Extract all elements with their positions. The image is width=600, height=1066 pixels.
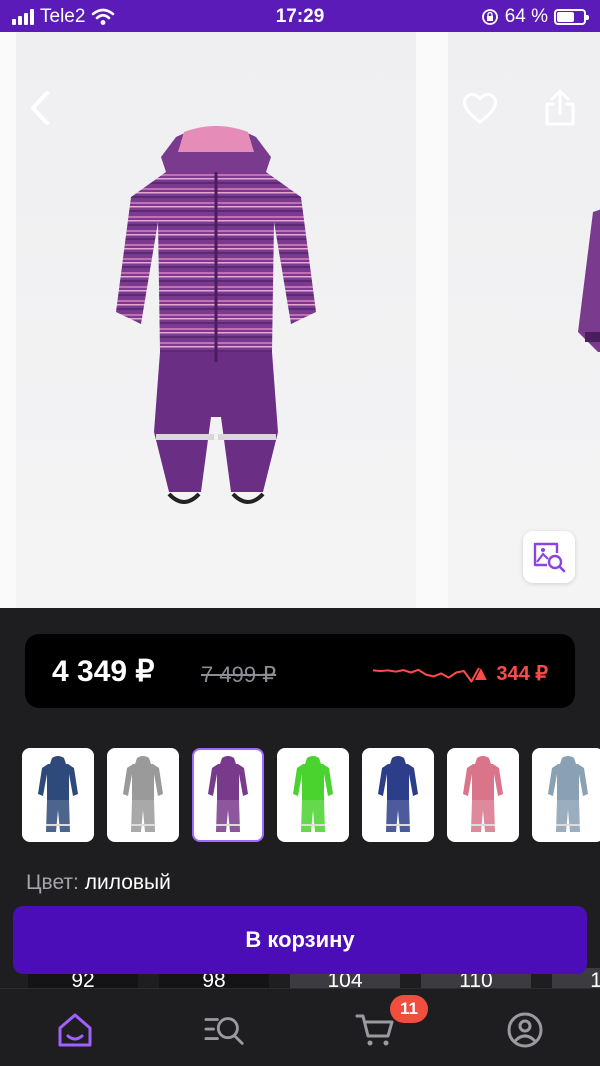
share-button[interactable]	[538, 86, 582, 130]
jumpsuit-thumbnail-image	[548, 756, 588, 832]
tab-bar: 11	[0, 988, 600, 1066]
share-icon	[545, 89, 575, 126]
variant-thumbnail[interactable]	[362, 748, 434, 842]
price-change: ▲ 344 ₽	[470, 663, 548, 685]
cart-badge: 11	[390, 995, 428, 1023]
product-photo[interactable]	[16, 32, 416, 608]
price-history-line	[372, 667, 480, 683]
current-price: 4 349 ₽	[52, 655, 155, 688]
variant-thumbnail[interactable]	[277, 748, 349, 842]
variant-thumbnail[interactable]	[192, 748, 264, 842]
jumpsuit-thumbnail-image	[123, 756, 163, 832]
add-to-cart-button[interactable]: В корзину	[13, 906, 587, 974]
variant-thumbnail[interactable]	[107, 748, 179, 842]
color-variants	[22, 748, 600, 842]
cart-icon	[355, 1014, 394, 1046]
tab-cart[interactable]	[354, 1009, 396, 1051]
back-button[interactable]	[18, 86, 62, 130]
chevron-left-icon	[31, 91, 49, 125]
image-search-icon	[533, 542, 566, 573]
product-info-panel: 4 349 ₽ 7 499 ₽ ▲ 344 ₽ Цвет: лиловый 92…	[0, 608, 600, 1066]
old-price: 7 499 ₽	[201, 662, 277, 687]
color-label: Цвет:	[26, 871, 79, 894]
jumpsuit-thumbnail-image	[208, 756, 248, 832]
variant-thumbnail[interactable]	[532, 748, 600, 842]
tab-catalog[interactable]	[204, 1009, 246, 1051]
jumpsuit-thumbnail-image	[293, 756, 333, 832]
rotation-lock-icon	[481, 9, 498, 25]
jumpsuit-thumbnail-image	[38, 756, 78, 832]
heart-icon	[462, 93, 498, 124]
home-icon	[58, 1013, 92, 1047]
status-bar: Tele2 17:29 64 %	[0, 0, 600, 32]
favorite-button[interactable]	[458, 86, 502, 130]
jumpsuit-thumbnail-image	[378, 756, 418, 832]
variant-thumbnail[interactable]	[447, 748, 519, 842]
price-history-graph[interactable]	[371, 654, 481, 688]
product-screen: Tele2 17:29 64 % 4 349 ₽ 7 499 ₽ ▲ 344 ₽…	[0, 0, 600, 1066]
jumpsuit-thumbnail-image	[463, 756, 503, 832]
price-card[interactable]: 4 349 ₽ 7 499 ₽ ▲ 344 ₽	[25, 634, 575, 708]
variant-thumbnail[interactable]	[22, 748, 94, 842]
color-value: лиловый	[84, 871, 171, 894]
tab-home[interactable]	[54, 1009, 96, 1051]
catalog-search-icon	[204, 1017, 244, 1045]
battery-icon	[554, 9, 589, 25]
profile-icon	[507, 1012, 543, 1048]
jumpsuit-image	[116, 126, 316, 504]
battery-percent: 64 %	[504, 6, 548, 27]
visual-search-button[interactable]	[523, 531, 575, 583]
product-gallery[interactable]	[0, 32, 600, 608]
color-info: Цвет: лиловый	[26, 871, 171, 895]
tab-profile[interactable]	[504, 1009, 546, 1051]
